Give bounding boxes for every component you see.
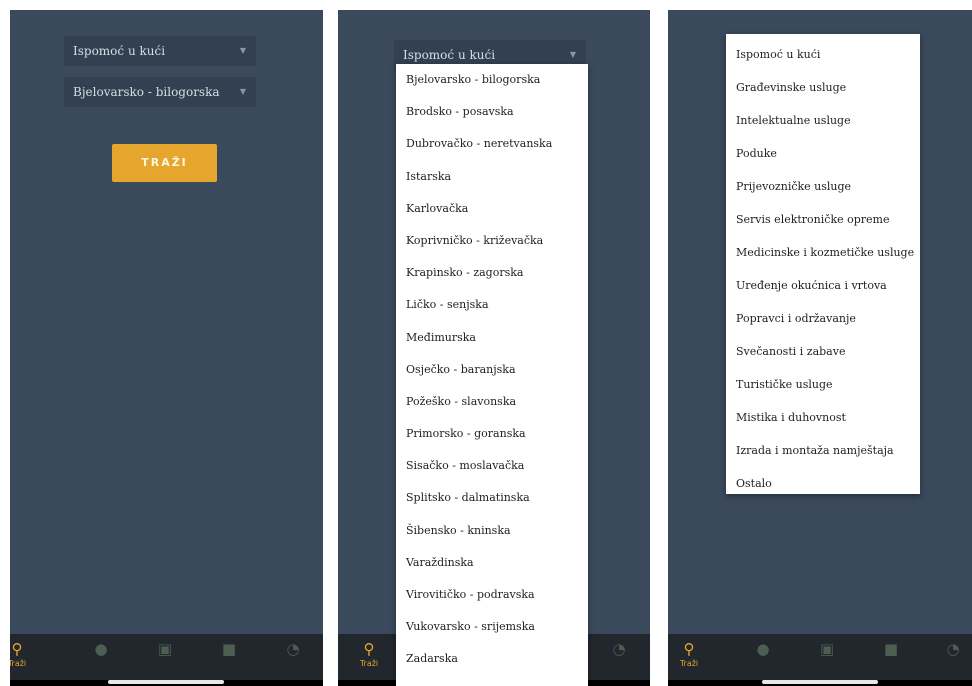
briefcase-icon: ■ bbox=[883, 640, 899, 658]
county-option[interactable]: Krapinsko - zagorska bbox=[396, 257, 588, 289]
person-icon: ● bbox=[756, 640, 770, 658]
category-select-value: Ispomoć u kući bbox=[403, 48, 496, 62]
county-option[interactable]: Bjelovarsko - bilogorska bbox=[396, 64, 588, 96]
category-option[interactable]: Servis elektroničke opreme bbox=[726, 203, 920, 236]
category-select-value: Ispomoć u kući bbox=[73, 44, 166, 58]
county-option[interactable]: Sisačko - moslavačka bbox=[396, 450, 588, 482]
tab-search[interactable]: ⚲ Traži bbox=[354, 640, 384, 668]
category-option[interactable]: Građevinske usluge bbox=[726, 71, 920, 104]
person-icon: ● bbox=[94, 640, 108, 658]
category-option[interactable]: Ispomoć u kući bbox=[726, 38, 920, 71]
search-button[interactable]: TRAŽI bbox=[112, 144, 217, 182]
category-dropdown-menu: Ispomoć u kući Građevinske usluge Intele… bbox=[726, 34, 920, 494]
home-indicator bbox=[108, 680, 224, 684]
search-icon: ⚲ bbox=[363, 640, 375, 658]
county-select[interactable]: Bjelovarsko - bilogorska ▼ bbox=[64, 77, 256, 107]
tab-profile[interactable]: ● bbox=[86, 640, 116, 658]
category-option[interactable]: Turističke usluge bbox=[726, 368, 920, 401]
county-option[interactable]: Splitsko - dalmatinska bbox=[396, 482, 588, 514]
clock-icon: ◔ bbox=[612, 640, 626, 658]
category-option[interactable]: Mistika i duhovnost bbox=[726, 401, 920, 434]
search-icon: ⚲ bbox=[11, 640, 23, 658]
tab-messages[interactable]: ▣ bbox=[812, 640, 842, 658]
search-screen-3: ⚲ Traži ● ▣ ■ ◔ Ispomoć u kući Građevins… bbox=[668, 10, 972, 686]
chat-icon: ▣ bbox=[819, 640, 835, 658]
county-option[interactable]: Vukovarsko - srijemska bbox=[396, 611, 588, 643]
category-option[interactable]: Izrada i montaža namještaja bbox=[726, 434, 920, 467]
category-option[interactable]: Prijevozničke usluge bbox=[726, 170, 920, 203]
tab-messages[interactable]: ▣ bbox=[150, 640, 180, 658]
category-option[interactable]: Uređenje okućnica i vrtova bbox=[726, 269, 920, 302]
county-option[interactable]: Brodsko - posavska bbox=[396, 96, 588, 128]
county-option[interactable]: Primorsko - goranska bbox=[396, 418, 588, 450]
category-option[interactable]: Ostalo bbox=[726, 467, 920, 500]
county-option[interactable]: Istarska bbox=[396, 161, 588, 193]
category-option[interactable]: Poduke bbox=[726, 137, 920, 170]
county-option[interactable]: Karlovačka bbox=[396, 193, 588, 225]
chat-icon: ▣ bbox=[157, 640, 173, 658]
home-indicator bbox=[762, 680, 878, 684]
category-select[interactable]: Ispomoć u kući ▼ bbox=[64, 36, 256, 66]
tab-search-label: Traži bbox=[679, 659, 699, 668]
tab-search[interactable]: ⚲ Traži bbox=[10, 640, 32, 668]
tab-search[interactable]: ⚲ Traži bbox=[674, 640, 704, 668]
tab-jobs[interactable]: ■ bbox=[214, 640, 244, 658]
category-option[interactable]: Intelektualne usluge bbox=[726, 104, 920, 137]
county-option[interactable]: Varaždinska bbox=[396, 547, 588, 579]
search-screen-1: Ispomoć u kući ▼ Bjelovarsko - bilogorsk… bbox=[10, 10, 323, 686]
tab-search-label: Traži bbox=[10, 659, 27, 668]
home-indicator-bar bbox=[10, 680, 323, 686]
tab-history[interactable]: ◔ bbox=[938, 640, 968, 658]
county-option[interactable]: Osječko - baranjska bbox=[396, 354, 588, 386]
county-option[interactable]: Zadarska bbox=[396, 643, 588, 675]
county-option[interactable]: Ličko - senjska bbox=[396, 289, 588, 321]
caret-down-icon: ▼ bbox=[239, 87, 246, 96]
category-option[interactable]: Svečanosti i zabave bbox=[726, 335, 920, 368]
tab-search-label: Traži bbox=[359, 659, 379, 668]
county-option[interactable]: Virovitičko - podravska bbox=[396, 579, 588, 611]
county-dropdown-menu: Bjelovarsko - bilogorska Brodsko - posav… bbox=[396, 64, 588, 686]
tab-jobs[interactable]: ■ bbox=[876, 640, 906, 658]
search-screen-2: Ispomoć u kući ▼ ⚲ Traži ◔ Bjelovarsko -… bbox=[338, 10, 650, 686]
tab-profile[interactable]: ● bbox=[748, 640, 778, 658]
county-option[interactable]: Međimurska bbox=[396, 322, 588, 354]
category-option[interactable]: Popravci i održavanje bbox=[726, 302, 920, 335]
clock-icon: ◔ bbox=[946, 640, 960, 658]
county-option[interactable]: Požeško - slavonska bbox=[396, 386, 588, 418]
tab-history[interactable]: ◔ bbox=[278, 640, 308, 658]
county-select-value: Bjelovarsko - bilogorska bbox=[73, 85, 220, 99]
county-option[interactable]: Dubrovačko - neretvanska bbox=[396, 128, 588, 160]
county-option[interactable]: Šibensko - kninska bbox=[396, 515, 588, 547]
tab-history[interactable]: ◔ bbox=[604, 640, 634, 658]
clock-icon: ◔ bbox=[286, 640, 300, 658]
briefcase-icon: ■ bbox=[221, 640, 237, 658]
bottom-tab-bar: ⚲ Traži ● ▣ ■ ◔ bbox=[668, 634, 972, 680]
category-option[interactable]: Medicinske i kozmetičke usluge bbox=[726, 236, 920, 269]
caret-down-icon: ▼ bbox=[239, 46, 246, 55]
search-icon: ⚲ bbox=[683, 640, 695, 658]
bottom-tab-bar: ⚲ Traži ● ▣ ■ ◔ bbox=[10, 634, 323, 680]
home-indicator-bar bbox=[668, 680, 972, 686]
county-option[interactable]: Koprivničko - križevačka bbox=[396, 225, 588, 257]
